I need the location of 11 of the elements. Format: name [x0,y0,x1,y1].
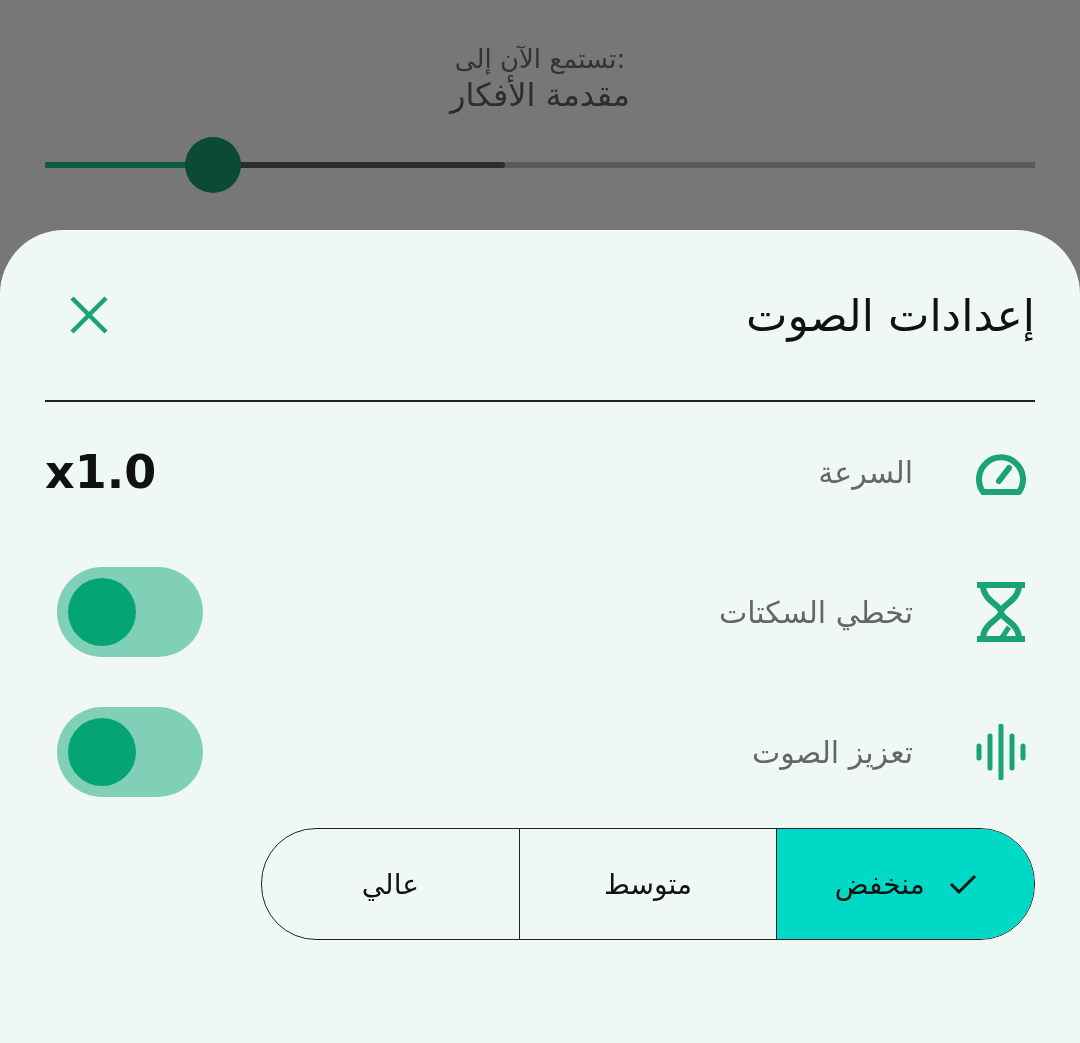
speed-value: x1.0 [45,445,157,499]
setting-label: تعزيز الصوت [751,734,913,770]
level-segment[interactable]: عالي [262,829,519,939]
track-title: مقدمة الأفكار [450,76,630,114]
setting-label: السرعة [818,454,913,490]
level-segment[interactable]: متوسط [518,829,777,939]
sheet-title: إعدادات الصوت [745,289,1035,341]
now-playing-label: تستمع الآن إلى: [454,44,626,74]
level-segment[interactable]: منخفض [776,829,1034,939]
setting-label: تخطي السكتات [718,594,913,630]
check-icon [948,873,977,895]
